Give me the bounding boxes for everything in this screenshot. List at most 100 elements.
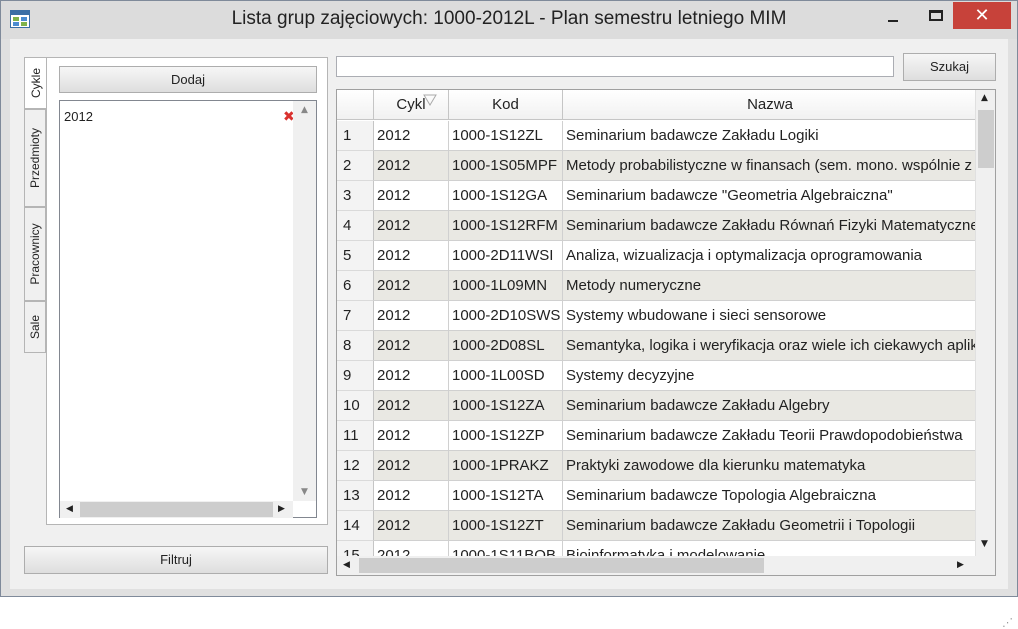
cell-cykl[interactable]: 2012 — [374, 271, 449, 301]
search-input[interactable] — [336, 56, 894, 77]
row-number[interactable]: 8 — [337, 331, 374, 361]
cell-cykl[interactable]: 2012 — [374, 331, 449, 361]
cell-cykl[interactable]: 2012 — [374, 361, 449, 391]
cell-cykl[interactable]: 2012 — [374, 211, 449, 241]
row-number[interactable]: 11 — [337, 421, 374, 451]
scroll-down-icon[interactable]: ▼ — [981, 536, 988, 553]
groups-table[interactable]: Cykl Kod Nazwa 1 2012 1000-1S12ZL Seminariu… — [336, 89, 996, 576]
cell-cykl[interactable]: 2012 — [374, 181, 449, 211]
scroll-up-icon[interactable]: ▲ — [981, 90, 988, 107]
row-number[interactable]: 12 — [337, 451, 374, 481]
row-number[interactable]: 3 — [337, 181, 374, 211]
cell-nazwa[interactable]: Praktyki zawodowe dla kierunku matematyk… — [563, 451, 977, 481]
tab-cykle[interactable]: Cykle — [24, 57, 47, 109]
table-row[interactable]: 4 2012 1000-1S12RFM Seminarium badawcze Zak… — [337, 211, 977, 241]
scroll-down-icon[interactable]: ▼ — [293, 483, 316, 501]
cell-cykl[interactable]: 2012 — [374, 121, 449, 151]
table-row[interactable]: 7 2012 1000-2D10SWS Systemy wbudowane i sie… — [337, 301, 977, 331]
row-number[interactable]: 15 — [337, 541, 374, 556]
table-row[interactable]: 2 2012 1000-1S05MPF Metody probabilistyczne… — [337, 151, 977, 181]
tab-sale[interactable]: Sale — [24, 301, 46, 353]
cell-kod[interactable]: 1000-1S05MPF — [449, 151, 563, 181]
cell-cykl[interactable]: 2012 — [374, 151, 449, 181]
cell-kod[interactable]: 1000-1S12ZL — [449, 121, 563, 151]
cycles-list[interactable]: 2012 ✖ ▲ ▼ ◀ ▶ — [59, 100, 317, 518]
cell-nazwa[interactable]: Semantyka, logika i weryfikacja oraz wie… — [563, 331, 977, 361]
table-row[interactable]: 10 2012 1000-1S12ZA Seminarium badawcze Zak… — [337, 391, 977, 421]
cell-cykl[interactable]: 2012 — [374, 421, 449, 451]
scroll-thumb[interactable] — [80, 502, 273, 517]
table-row[interactable]: 11 2012 1000-1S12ZP Seminarium badawcze Zak… — [337, 421, 977, 451]
row-number[interactable]: 10 — [337, 391, 374, 421]
cell-nazwa[interactable]: Seminarium badawcze Topologia Algebraicz… — [563, 481, 977, 511]
cell-kod[interactable]: 1000-1S11BOB — [449, 541, 563, 556]
row-number[interactable]: 9 — [337, 361, 374, 391]
cell-cykl[interactable]: 2012 — [374, 511, 449, 541]
cell-nazwa[interactable]: Metody probabilistyczne w finansach (sem… — [563, 151, 977, 181]
scroll-left-icon[interactable]: ◀ — [343, 557, 350, 574]
minimize-button[interactable] — [871, 2, 915, 29]
cell-kod[interactable]: 1000-1S12ZA — [449, 391, 563, 421]
table-row[interactable]: 15 2012 1000-1S11BOB Bioinformatyka i model… — [337, 541, 977, 556]
cell-nazwa[interactable]: Bioinformatyka i modelowanie — [563, 541, 977, 556]
scroll-thumb[interactable] — [359, 558, 764, 573]
cell-nazwa[interactable]: Seminarium badawcze Zakładu Logiki — [563, 121, 977, 151]
cell-kod[interactable]: 1000-1S12ZP — [449, 421, 563, 451]
row-number[interactable]: 6 — [337, 271, 374, 301]
column-header-nazwa[interactable]: Nazwa — [563, 90, 977, 120]
cell-nazwa[interactable]: Analiza, wizualizacja i optymalizacja op… — [563, 241, 977, 271]
table-row[interactable]: 1 2012 1000-1S12ZL Seminarium badawcze Zakł… — [337, 121, 977, 151]
table-horizontal-scrollbar[interactable]: ◀ ▶ — [337, 556, 975, 575]
list-vertical-scrollbar[interactable]: ▲ ▼ — [293, 101, 316, 501]
table-vertical-scrollbar[interactable]: ▲ ▼ — [975, 90, 995, 556]
column-header-cykl[interactable]: Cykl — [374, 90, 449, 120]
title-bar[interactable]: Lista grup zajęciowych: 1000-2012L - Pla… — [1, 1, 1017, 39]
table-row[interactable]: 3 2012 1000-1S12GA Seminarium badawcze "Geo… — [337, 181, 977, 211]
cell-kod[interactable]: 1000-1PRAKZ — [449, 451, 563, 481]
scroll-thumb[interactable] — [978, 110, 994, 168]
row-number[interactable]: 5 — [337, 241, 374, 271]
table-row[interactable]: 5 2012 1000-2D11WSI Analiza, wizualizacja i… — [337, 241, 977, 271]
cell-kod[interactable]: 1000-1S12GA — [449, 181, 563, 211]
cell-kod[interactable]: 1000-1L09MN — [449, 271, 563, 301]
table-row[interactable]: 6 2012 1000-1L09MN Metody numeryczne — [337, 271, 977, 301]
table-row[interactable]: 9 2012 1000-1L00SD Systemy decyzyjne — [337, 361, 977, 391]
cell-kod[interactable]: 1000-1S12TA — [449, 481, 563, 511]
cell-kod[interactable]: 1000-1L00SD — [449, 361, 563, 391]
cell-cykl[interactable]: 2012 — [374, 391, 449, 421]
cell-nazwa[interactable]: Systemy wbudowane i sieci sensorowe — [563, 301, 977, 331]
resize-grip-icon[interactable]: ⋰ — [1002, 616, 1013, 629]
cell-nazwa[interactable]: Seminarium badawcze Zakładu Geometrii i … — [563, 511, 977, 541]
table-row[interactable]: 12 2012 1000-1PRAKZ Praktyki zawodowe dla k… — [337, 451, 977, 481]
scroll-left-icon[interactable]: ◀ — [66, 501, 73, 518]
cell-cykl[interactable]: 2012 — [374, 301, 449, 331]
list-horizontal-scrollbar[interactable]: ◀ ▶ — [60, 501, 293, 518]
row-number[interactable]: 7 — [337, 301, 374, 331]
row-number[interactable]: 13 — [337, 481, 374, 511]
cell-kod[interactable]: 1000-2D11WSI — [449, 241, 563, 271]
cell-cykl[interactable]: 2012 — [374, 541, 449, 556]
cell-kod[interactable]: 1000-2D08SL — [449, 331, 563, 361]
row-number[interactable]: 4 — [337, 211, 374, 241]
close-button[interactable]: ✕ — [953, 2, 1011, 29]
scroll-right-icon[interactable]: ▶ — [957, 557, 964, 574]
search-button[interactable]: Szukaj — [903, 53, 996, 81]
row-number[interactable]: 14 — [337, 511, 374, 541]
tab-przedmioty[interactable]: Przedmioty — [24, 109, 46, 207]
cell-nazwa[interactable]: Seminarium badawcze Zakładu Równań Fizyk… — [563, 211, 977, 241]
cell-kod[interactable]: 1000-1S12ZT — [449, 511, 563, 541]
row-number[interactable]: 1 — [337, 121, 374, 151]
scroll-right-icon[interactable]: ▶ — [278, 501, 285, 518]
table-row[interactable]: 8 2012 1000-2D08SL Semantyka, logika i wery… — [337, 331, 977, 361]
list-item[interactable]: 2012 — [64, 109, 93, 124]
cell-nazwa[interactable]: Seminarium badawcze "Geometria Algebraic… — [563, 181, 977, 211]
cell-nazwa[interactable]: Seminarium badawcze Zakładu Teorii Prawd… — [563, 421, 977, 451]
filter-button[interactable]: Filtruj — [24, 546, 328, 574]
cell-nazwa[interactable]: Metody numeryczne — [563, 271, 977, 301]
scroll-up-icon[interactable]: ▲ — [293, 101, 316, 119]
cell-cykl[interactable]: 2012 — [374, 241, 449, 271]
cell-kod[interactable]: 1000-2D10SWS — [449, 301, 563, 331]
add-button[interactable]: Dodaj — [59, 66, 317, 93]
column-header-kod[interactable]: Kod — [449, 90, 563, 120]
cell-nazwa[interactable]: Systemy decyzyjne — [563, 361, 977, 391]
